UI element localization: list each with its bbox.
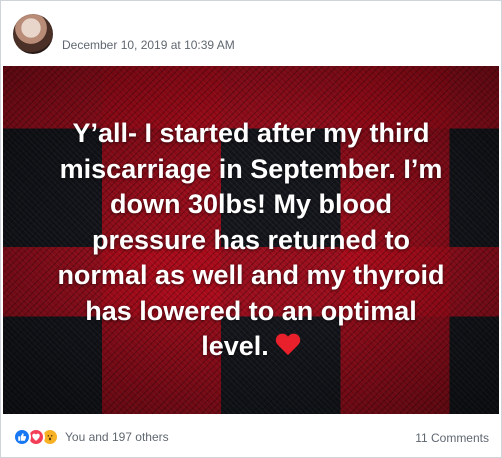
caption-line: pressure has returned to (91, 224, 411, 255)
avatar[interactable] (13, 14, 53, 54)
caption-line: Y’all- I started after my third (72, 118, 430, 148)
like-icon (13, 428, 31, 446)
reaction-count: You and 197 others (65, 430, 169, 444)
comments-count-link[interactable]: 11 Comments (415, 431, 489, 445)
post-card: December 10, 2019 at 10:39 AM Y’all- I s… (0, 0, 502, 458)
reactions-summary[interactable]: You and 197 others (13, 428, 169, 446)
caption-line: down 30lbs! My blood (110, 189, 392, 219)
post-timestamp[interactable]: December 10, 2019 at 10:39 AM (62, 38, 235, 52)
caption-line: has lowered to an optimal (85, 295, 417, 326)
post-image[interactable]: Y’all- I started after my third miscarri… (3, 66, 499, 414)
red-heart-icon (275, 334, 301, 358)
post-footer: You and 197 others 11 Comments (1, 415, 501, 457)
caption-last-line: level. (3, 329, 499, 365)
post-header: December 10, 2019 at 10:39 AM (1, 1, 501, 65)
caption-line: miscarriage in September. I’m (59, 153, 443, 184)
caption-line: normal as well and my thyroid (57, 260, 445, 290)
caption-line: level. (201, 331, 269, 361)
image-caption: Y’all- I started after my third miscarri… (3, 116, 499, 365)
